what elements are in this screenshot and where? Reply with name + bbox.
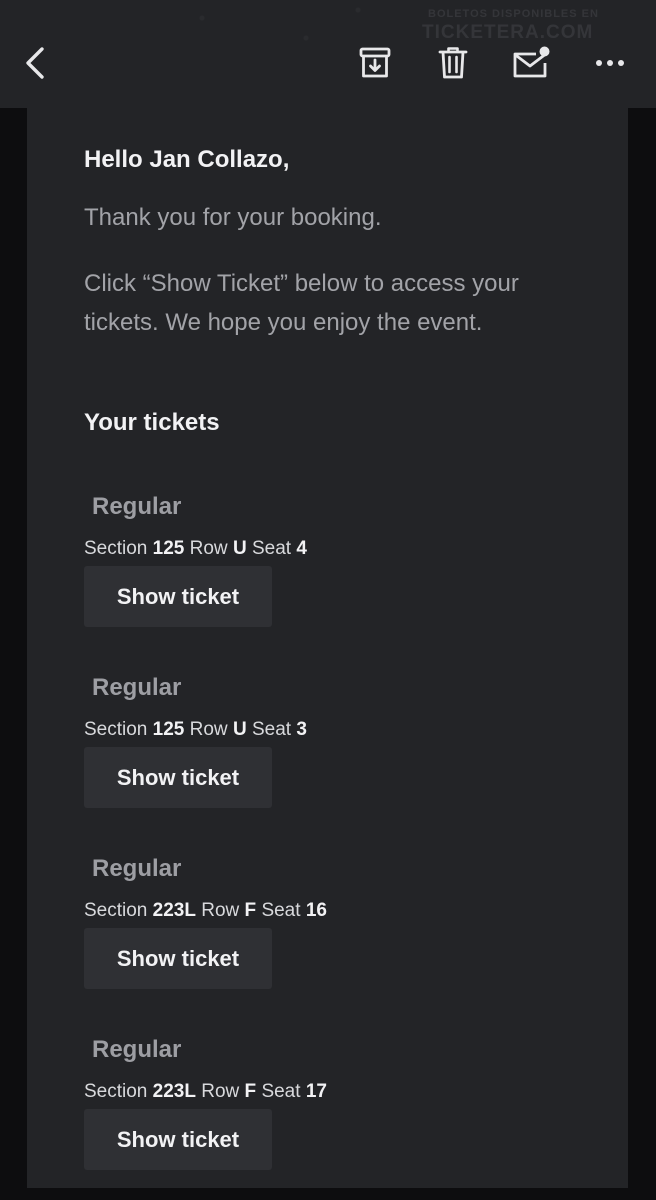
ticket-card: Regular Section 223L Row F Seat 17 Show … [84,1036,504,1196]
row-value: F [244,900,257,921]
ticket-card: Regular Section 223L Row F Seat 16 Show … [84,855,504,1015]
mark-unread-button[interactable] [508,40,554,86]
watermark-caption: Boletos disponibles en [428,8,599,20]
thank-you-text: Thank you for your booking. [84,204,382,231]
section-value: 125 [152,719,185,740]
trash-icon [438,47,468,79]
mail-unread-icon [513,46,550,78]
seat-label: Seat [251,719,292,740]
seat-label: Seat [261,900,301,921]
ticket-type: Regular [92,855,182,882]
show-ticket-button[interactable]: Show ticket [84,566,272,627]
instructions-text: Click “Show Ticket” below to access your… [84,270,519,336]
ticket-location: Section 125 Row U Seat 3 [84,719,307,741]
row-value: U [232,538,247,559]
more-horizontal-icon [596,60,624,66]
section-value: 125 [152,538,185,559]
ticket-type: Regular [92,674,182,701]
more-options-button[interactable] [587,40,633,86]
seat-label: Seat [251,538,292,559]
show-ticket-button[interactable]: Show ticket [84,1109,272,1170]
ticket-card: Regular Section 125 Row U Seat 3 Show ti… [84,674,504,834]
section-label: Section [84,538,148,559]
seat-label: Seat [261,1081,301,1102]
delete-button[interactable] [430,40,476,86]
ticket-location: Section 223L Row F Seat 16 [84,900,327,922]
ticket-location: Section 223L Row F Seat 17 [84,1081,327,1103]
chevron-left-icon [26,47,44,79]
ticket-type: Regular [92,493,182,520]
back-button[interactable] [13,40,59,86]
seat-value: 3 [296,719,307,740]
show-ticket-button[interactable]: Show ticket [84,928,272,989]
top-toolbar: Boletos disponibles en TICKETERA.COM [0,0,656,108]
seat-value: 16 [305,900,327,921]
section-label: Section [84,1081,148,1102]
section-label: Section [84,719,148,740]
ticket-type: Regular [92,1036,182,1063]
archive-download-icon [359,47,391,78]
seat-value: 17 [305,1081,327,1102]
row-label: Row [201,1081,240,1102]
tickets-heading: Your tickets [84,409,220,436]
row-label: Row [189,538,228,559]
section-value: 223L [152,900,196,921]
greeting: Hello Jan Collazo, [84,146,290,173]
row-label: Row [201,900,240,921]
row-label: Row [189,719,228,740]
ticket-card: Regular Section 125 Row U Seat 4 Show ti… [84,493,504,653]
section-label: Section [84,900,148,921]
section-value: 223L [152,1081,196,1102]
ticket-location: Section 125 Row U Seat 4 [84,538,307,560]
show-ticket-button[interactable]: Show ticket [84,747,272,808]
row-value: U [232,719,247,740]
seat-value: 4 [296,538,307,559]
archive-button[interactable] [352,40,398,86]
row-value: F [244,1081,257,1102]
